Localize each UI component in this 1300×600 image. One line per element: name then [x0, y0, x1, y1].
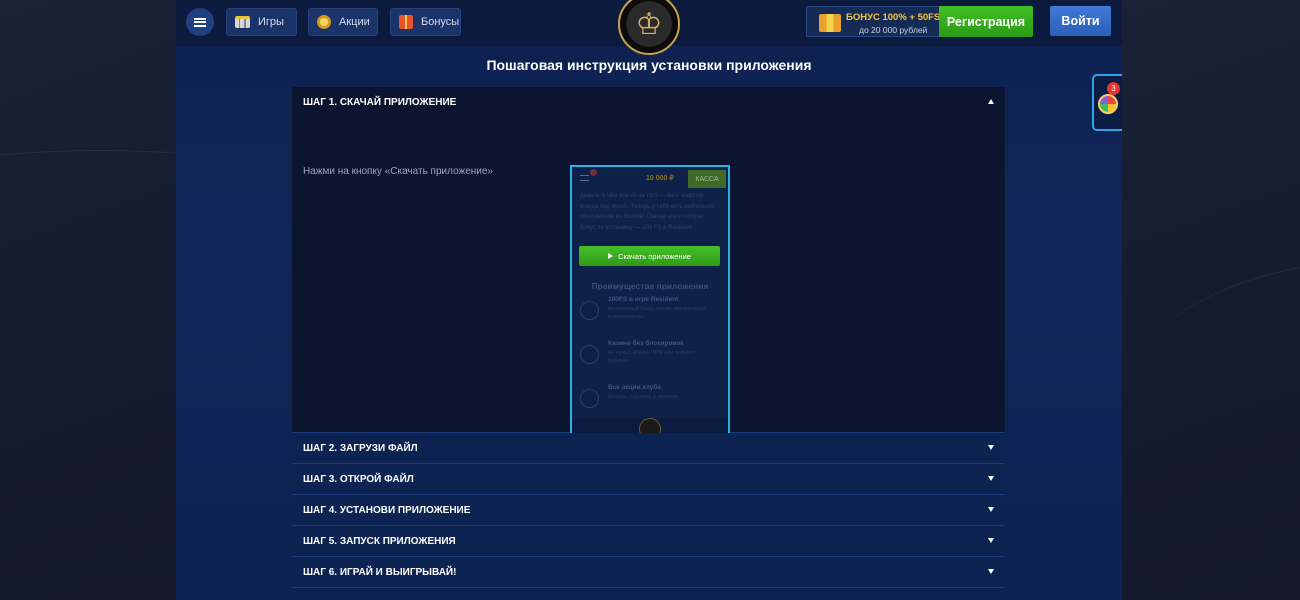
play-icon: [608, 253, 614, 259]
nav-bonuses-button[interactable]: Бонусы: [390, 8, 461, 36]
step-1-text: Нажми на кнопку «Скачать приложение»: [303, 166, 493, 177]
phone-advantage-item: 100FS в игре Resident мгновенный бонус п…: [572, 295, 728, 335]
nav-promotions-button[interactable]: Акции: [308, 8, 378, 36]
step-6-label: ШАГ 6. ИГРАЙ И ВЫИГРЫВАЙ!: [303, 566, 457, 578]
phone-paragraph: деньги, в чём все из-за того — вы с азар…: [580, 193, 716, 231]
step-3-label: ШАГ 3. ОТКРОЙ ФАЙЛ: [303, 473, 414, 485]
background-left: [0, 0, 176, 600]
bonus-subtitle: до 20 000 рублей: [859, 25, 928, 35]
app-screenshot: 10 000 ₽ КАССА деньги, в чём все из-за т…: [570, 165, 730, 446]
percent-icon: [580, 389, 599, 408]
slots-icon: [235, 16, 250, 28]
chevron-down-icon: [988, 538, 994, 543]
phone-advantages-title: Преимущества приложения: [591, 281, 709, 291]
page-title: Пошаговая инструкция установки приложени…: [486, 57, 812, 73]
chevron-down-icon: [988, 445, 994, 450]
phone-advantage-item: Казино без блокировок не нужно искать VP…: [572, 339, 728, 379]
phone-topbar: 10 000 ₽ КАССА: [572, 167, 728, 189]
phone-advantage-item: Все акции клуба бонусы, турниры и лотере…: [572, 383, 728, 423]
advantage-title: Все акции клуба: [608, 384, 662, 391]
phone-kassa-button: КАССА: [688, 170, 726, 188]
advantage-text: бонусы, турниры и лотереи: [608, 394, 679, 400]
fortune-wheel-widget[interactable]: 3: [1092, 74, 1122, 131]
nav-games-label: Игры: [258, 16, 284, 28]
advantage-title: Казино без блокировок: [608, 340, 684, 347]
advantage-title: 100FS в игре Resident: [608, 296, 679, 303]
advantage-text: не нужно искать VPN или зеркало рабочее: [608, 350, 696, 364]
advantage-text: мгновенный бонус после авторизации в при…: [608, 306, 706, 320]
background-right: [1122, 0, 1300, 600]
notification-badge: 3: [1107, 82, 1120, 95]
site-logo[interactable]: ♔: [616, 0, 682, 56]
step-6-header[interactable]: ШАГ 6. ИГРАЙ И ВЫИГРЫВАЙ!: [292, 557, 1005, 588]
gift-icon: [580, 301, 599, 320]
phone-download-button: Скачать приложение: [579, 246, 720, 266]
bonus-gift-icon: [819, 14, 841, 32]
chevron-down-icon: [988, 507, 994, 512]
nav-promotions-label: Акции: [339, 16, 370, 28]
steps-accordion: ШАГ 1. СКАЧАЙ ПРИЛОЖЕНИЕ Нажми на кнопку…: [292, 87, 1005, 588]
chevron-up-icon: [988, 99, 994, 104]
step-4-label: ШАГ 4. УСТАНОВИ ПРИЛОЖЕНИЕ: [303, 504, 471, 516]
register-button[interactable]: Регистрация: [939, 6, 1033, 37]
login-button[interactable]: Войти: [1050, 6, 1111, 36]
step-1-header[interactable]: ШАГ 1. СКАЧАЙ ПРИЛОЖЕНИЕ: [292, 87, 1005, 118]
step-5-header[interactable]: ШАГ 5. ЗАПУСК ПРИЛОЖЕНИЯ: [292, 526, 1005, 557]
chevron-down-icon: [988, 569, 994, 574]
step-2-header[interactable]: ШАГ 2. ЗАГРУЗИ ФАЙЛ: [292, 433, 1005, 464]
lock-icon: [580, 345, 599, 364]
bonus-title: БОНУС 100% + 50FS: [846, 12, 941, 23]
phone-download-label: Скачать приложение: [618, 251, 691, 261]
menu-button[interactable]: [186, 8, 214, 36]
coin-icon: [317, 15, 331, 29]
fortune-wheel-icon: [1098, 94, 1118, 114]
step-5-label: ШАГ 5. ЗАПУСК ПРИЛОЖЕНИЯ: [303, 535, 456, 547]
step-3-header[interactable]: ШАГ 3. ОТКРОЙ ФАЙЛ: [292, 464, 1005, 495]
step-4-header[interactable]: ШАГ 4. УСТАНОВИ ПРИЛОЖЕНИЕ: [292, 495, 1005, 526]
nav-bonuses-label: Бонусы: [421, 16, 460, 28]
hamburger-icon: [194, 17, 206, 27]
phone-menu-icon: [580, 175, 589, 181]
lion-logo-icon: ♔: [618, 0, 680, 55]
bonus-banner[interactable]: БОНУС 100% + 50FS до 20 000 рублей: [806, 6, 940, 37]
gift-icon: [399, 15, 413, 29]
phone-notification-dot: [590, 169, 597, 176]
step-2-label: ШАГ 2. ЗАГРУЗИ ФАЙЛ: [303, 442, 418, 454]
chevron-down-icon: [988, 476, 994, 481]
step-1-body: Нажми на кнопку «Скачать приложение» 10 …: [292, 118, 1005, 446]
nav-games-button[interactable]: Игры: [226, 8, 297, 36]
step-1-label: ШАГ 1. СКАЧАЙ ПРИЛОЖЕНИЕ: [303, 97, 457, 108]
phone-balance: 10 000 ₽: [646, 175, 674, 182]
